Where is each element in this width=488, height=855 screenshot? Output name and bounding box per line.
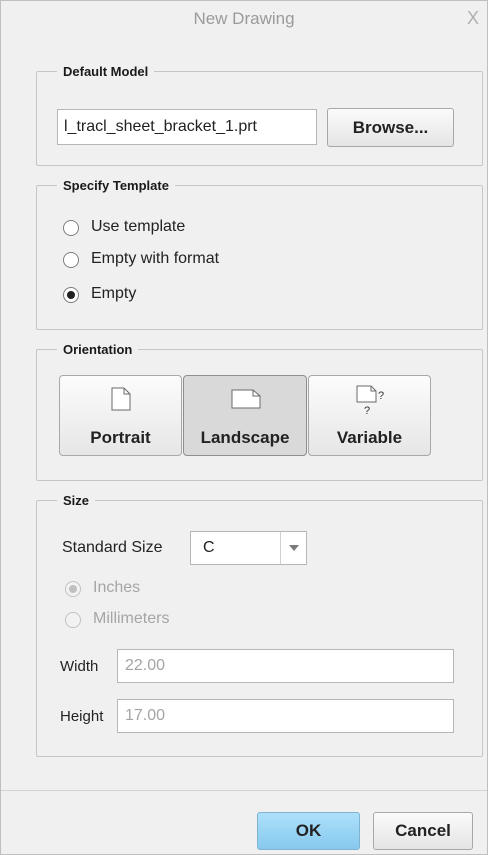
chevron-down-icon[interactable] [289,545,299,551]
close-icon[interactable]: X [467,8,479,29]
radio-label: Use template [91,218,186,235]
variable-label: Variable [336,428,403,447]
default-model-input[interactable]: l_tracl_sheet_bracket_1.prt [57,109,317,145]
landscape-button[interactable]: Landscape [183,375,307,456]
height-label: Height [60,708,104,725]
radio-label: Millimeters [93,610,170,627]
height-input[interactable]: 17.00 [117,699,454,733]
new-drawing-dialog: New Drawing X Default Model l_tracl_shee… [0,0,488,855]
dropdown-divider [280,532,281,564]
landscape-label: Landscape [200,428,290,447]
radio-button[interactable] [63,252,79,268]
width-input[interactable]: 22.00 [117,649,454,683]
cancel-button[interactable]: Cancel [373,812,473,850]
orientation-legend: Orientation [63,342,133,357]
footer-divider [1,790,487,791]
radio-button-selected[interactable] [63,287,79,303]
standard-size-label: Standard Size [62,539,163,556]
variable-page-icon: ? ? [356,385,384,415]
radio-label: Empty [91,285,137,302]
radio-button[interactable] [65,612,81,628]
portrait-label: Portrait [90,428,151,447]
portrait-button[interactable]: Portrait [59,375,182,456]
width-label: Width [60,658,99,675]
svg-text:?: ? [378,390,384,402]
portrait-page-icon [111,387,131,411]
browse-button[interactable]: Browse... [327,108,454,147]
radio-label: Inches [93,579,141,596]
standard-size-value: C [203,539,215,556]
title-bar[interactable]: New Drawing X [1,1,487,39]
landscape-page-icon [231,389,261,409]
ok-button[interactable]: OK [257,812,360,850]
default-model-legend: Default Model [63,64,149,79]
radio-label: Empty with format [91,250,220,267]
dialog-title: New Drawing [193,9,295,28]
size-legend: Size [63,493,90,508]
radio-button-selected[interactable] [65,581,81,597]
variable-button[interactable]: ? ? Variable [308,375,431,456]
svg-text:?: ? [364,405,370,415]
specify-template-legend: Specify Template [63,178,169,193]
radio-button[interactable] [63,220,79,236]
